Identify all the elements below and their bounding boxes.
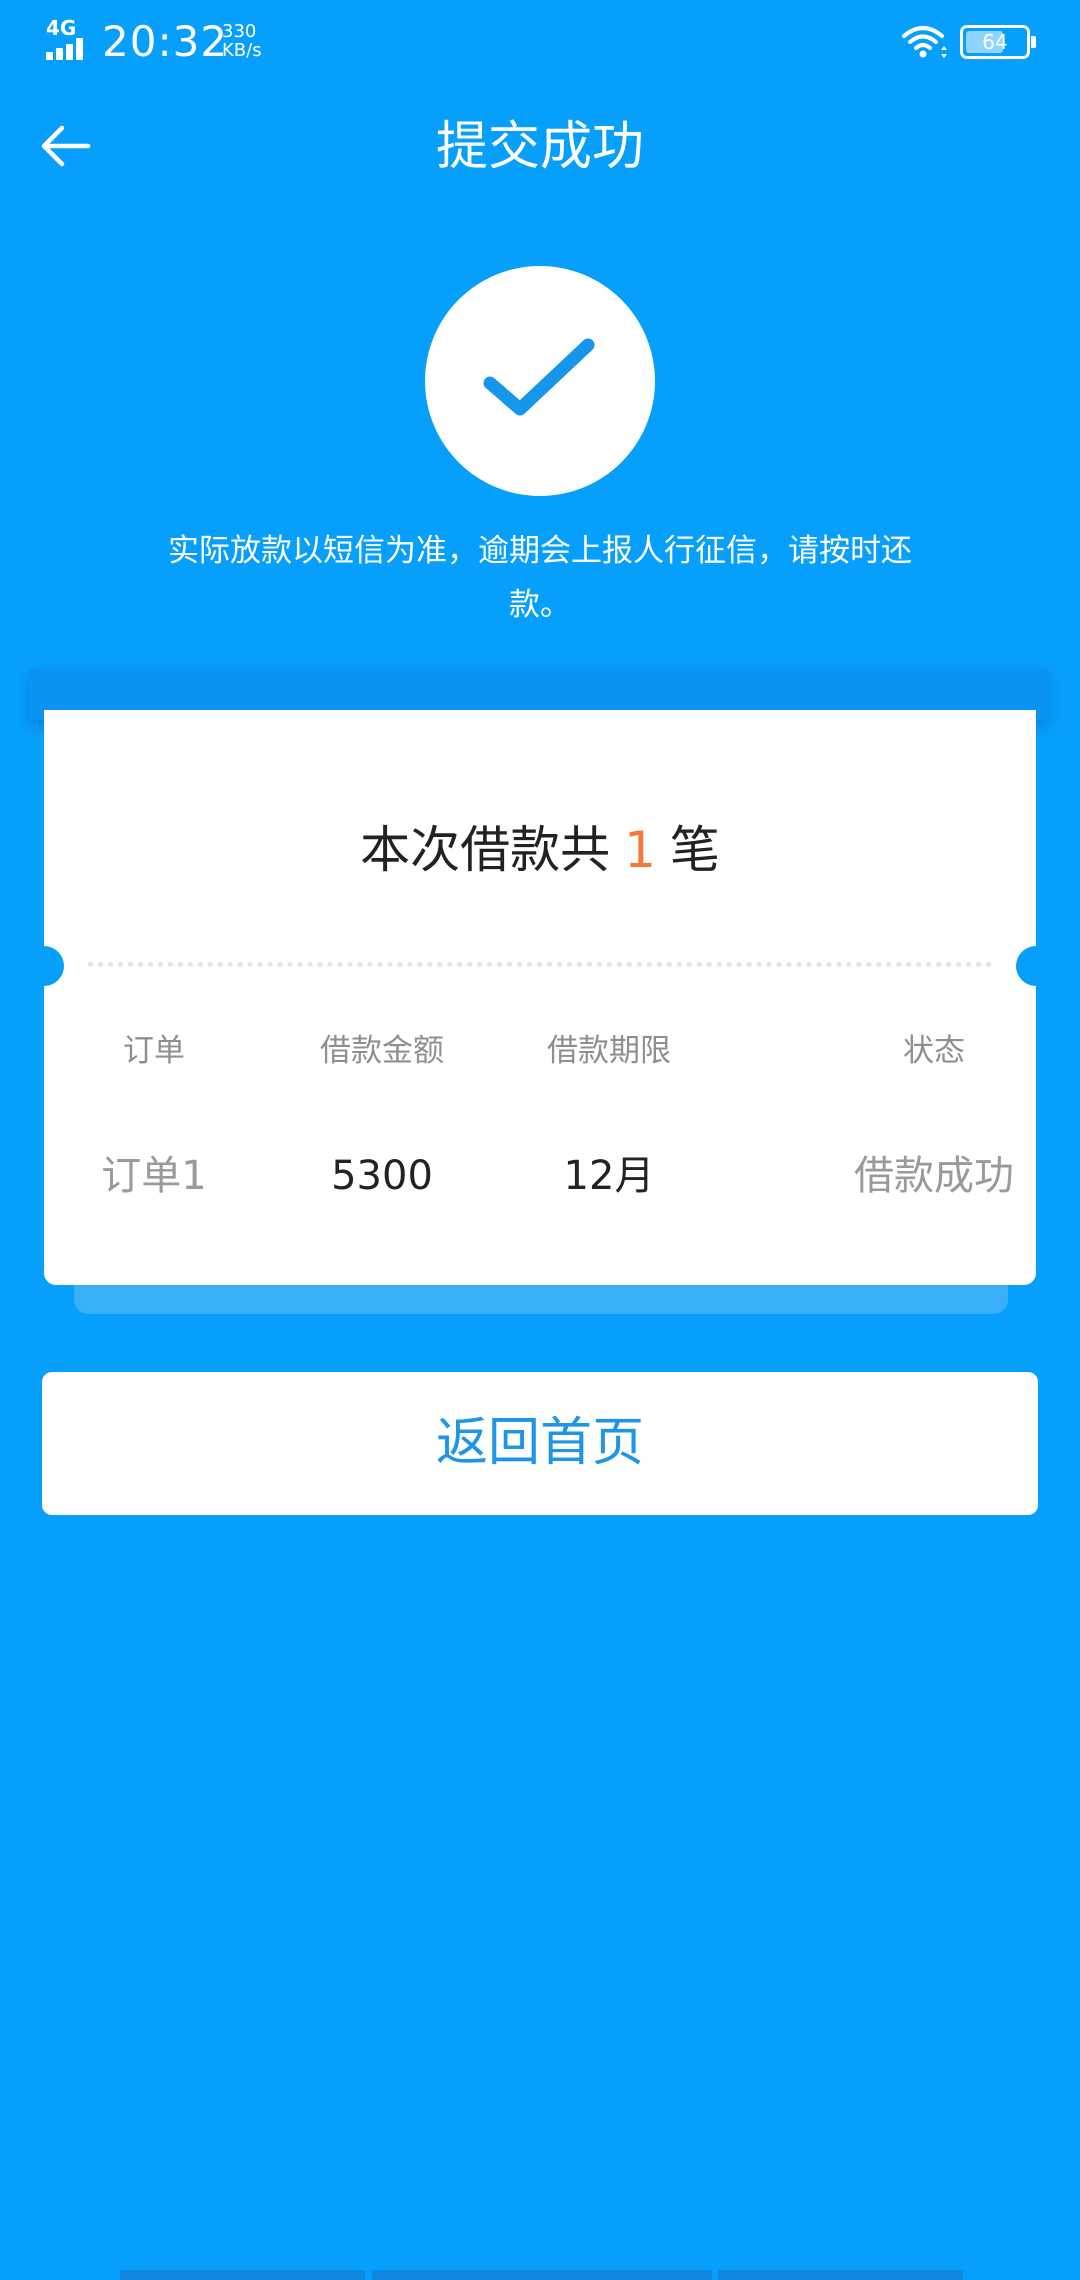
network-speed: 330 KB/s bbox=[222, 22, 302, 60]
return-home-button[interactable]: 返回首页 bbox=[42, 1372, 1038, 1515]
network-speed-unit: KB/s bbox=[222, 40, 262, 61]
loan-count: 1 bbox=[624, 821, 656, 879]
ticket-notch-left bbox=[24, 946, 64, 986]
dotted-divider bbox=[88, 962, 992, 967]
network-type: 4G bbox=[46, 16, 77, 40]
column-header-order: 订单 bbox=[123, 1033, 185, 1069]
cell-status: 借款成功 bbox=[854, 1153, 1014, 1199]
heading-prefix: 本次借款共 bbox=[360, 821, 611, 879]
page-title: 提交成功 bbox=[435, 117, 644, 177]
cell-order: 订单1 bbox=[101, 1153, 207, 1199]
success-badge bbox=[425, 266, 655, 496]
cell-amount: 5300 bbox=[331, 1153, 433, 1199]
notice-text: 实际放款以短信为准，逾期会上报人行征信，请按时还款。 bbox=[168, 533, 912, 623]
checkmark-icon bbox=[483, 338, 595, 416]
cell-term: 12月 bbox=[563, 1153, 655, 1199]
column-header-term: 借款期限 bbox=[547, 1033, 671, 1069]
ticket-notch-right bbox=[1016, 946, 1056, 986]
status-bar: 4G 20:32 330 KB/s 64 bbox=[0, 0, 1080, 86]
battery-level: 64 bbox=[982, 30, 1008, 54]
column-header-status: 状态 bbox=[903, 1033, 965, 1069]
battery-icon: 64 bbox=[960, 25, 1036, 59]
heading-suffix: 笔 bbox=[669, 821, 720, 879]
column-header-amount: 借款金额 bbox=[320, 1033, 444, 1069]
loan-count-heading: 本次借款共 1 笔 bbox=[44, 810, 1036, 890]
loan-summary-card: 本次借款共 1 笔 订单 借款金额 借款期限 状态 订单1 5300 12月 借款成… bbox=[24, 710, 1056, 1285]
cellular-signal-icon: 4G bbox=[46, 18, 96, 60]
network-speed-value: 330 bbox=[222, 21, 257, 42]
status-time: 20:32 bbox=[102, 17, 229, 66]
bottom-indicator bbox=[120, 2270, 963, 2280]
wifi-icon bbox=[902, 26, 947, 58]
